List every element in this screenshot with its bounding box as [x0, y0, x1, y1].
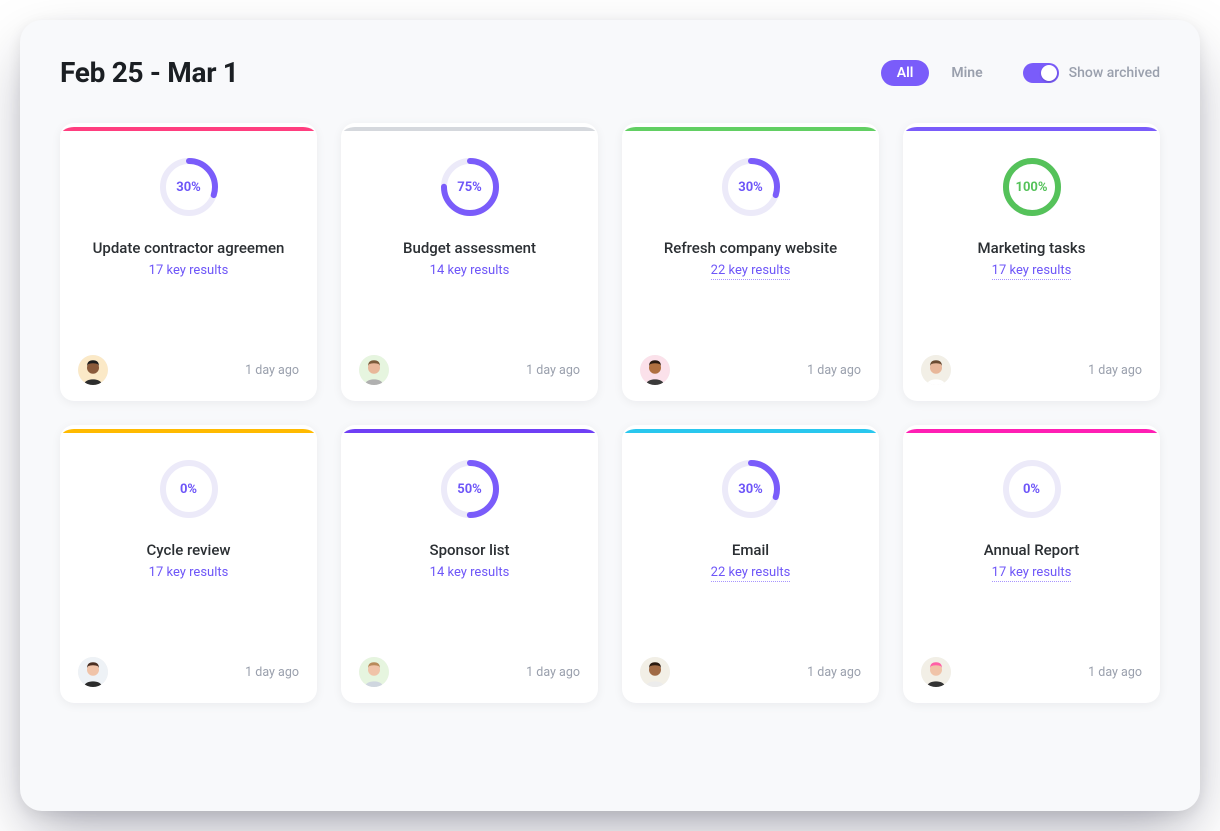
- owner-avatar[interactable]: [921, 657, 951, 687]
- key-results-link[interactable]: 22 key results: [711, 263, 791, 280]
- card-footer: 1 day ago: [921, 639, 1142, 687]
- card-footer: 1 day ago: [921, 337, 1142, 385]
- key-results-link[interactable]: 14 key results: [430, 565, 510, 582]
- card-footer: 1 day ago: [640, 639, 861, 687]
- owner-avatar[interactable]: [921, 355, 951, 385]
- updated-time: 1 day ago: [245, 665, 299, 680]
- progress-ring-icon: 30%: [157, 155, 221, 219]
- key-results-link[interactable]: 14 key results: [430, 263, 510, 280]
- page-title: Feb 25 - Mar 1: [60, 56, 239, 89]
- card-title: Annual Report: [984, 541, 1080, 559]
- filter-segmented-control: All Mine: [881, 60, 999, 86]
- key-results-link[interactable]: 22 key results: [711, 565, 791, 582]
- card-title: Update contractor agreemen: [93, 239, 285, 257]
- updated-time: 1 day ago: [807, 665, 861, 680]
- progress-percent: 0%: [157, 457, 221, 521]
- progress-percent: 50%: [438, 457, 502, 521]
- progress-percent: 30%: [157, 155, 221, 219]
- key-results-link[interactable]: 17 key results: [992, 263, 1072, 280]
- card-accent: [622, 127, 879, 131]
- goal-card[interactable]: 30% Email 22 key results 1 day ago: [622, 425, 879, 703]
- card-accent: [341, 429, 598, 433]
- card-footer: 1 day ago: [78, 639, 299, 687]
- card-footer: 1 day ago: [359, 337, 580, 385]
- progress-ring-icon: 0%: [157, 457, 221, 521]
- owner-avatar[interactable]: [640, 657, 670, 687]
- goal-card[interactable]: 50% Sponsor list 14 key results 1 day ag…: [341, 425, 598, 703]
- updated-time: 1 day ago: [1088, 665, 1142, 680]
- updated-time: 1 day ago: [1088, 363, 1142, 378]
- goal-card[interactable]: 0% Annual Report 17 key results 1 day ag…: [903, 425, 1160, 703]
- progress-percent: 0%: [1000, 457, 1064, 521]
- filter-option-all[interactable]: All: [881, 60, 930, 86]
- progress-ring-icon: 0%: [1000, 457, 1064, 521]
- progress-percent: 75%: [438, 155, 502, 219]
- progress-percent: 30%: [719, 155, 783, 219]
- toggle-icon: [1023, 63, 1059, 83]
- show-archived-toggle[interactable]: Show archived: [1023, 63, 1160, 83]
- card-footer: 1 day ago: [359, 639, 580, 687]
- updated-time: 1 day ago: [526, 363, 580, 378]
- cards-grid: 30% Update contractor agreemen 17 key re…: [60, 123, 1160, 703]
- card-title: Cycle review: [147, 541, 231, 559]
- progress-ring-icon: 50%: [438, 457, 502, 521]
- card-title: Refresh company website: [664, 239, 837, 257]
- goal-card[interactable]: 75% Budget assessment 14 key results 1 d…: [341, 123, 598, 401]
- key-results-link[interactable]: 17 key results: [149, 565, 229, 582]
- card-title: Budget assessment: [403, 239, 536, 257]
- progress-ring-icon: 30%: [719, 155, 783, 219]
- dashboard-panel: Feb 25 - Mar 1 All Mine Show archived 30…: [20, 20, 1200, 811]
- card-title: Email: [732, 541, 769, 559]
- goal-card[interactable]: 30% Update contractor agreemen 17 key re…: [60, 123, 317, 401]
- owner-avatar[interactable]: [78, 355, 108, 385]
- card-title: Marketing tasks: [978, 239, 1086, 257]
- header-controls: All Mine Show archived: [881, 60, 1160, 86]
- goal-card[interactable]: 0% Cycle review 17 key results 1 day ago: [60, 425, 317, 703]
- card-title: Sponsor list: [430, 541, 510, 559]
- owner-avatar[interactable]: [359, 657, 389, 687]
- card-accent: [60, 127, 317, 131]
- updated-time: 1 day ago: [245, 363, 299, 378]
- card-footer: 1 day ago: [78, 337, 299, 385]
- goal-card[interactable]: 30% Refresh company website 22 key resul…: [622, 123, 879, 401]
- card-accent: [622, 429, 879, 433]
- owner-avatar[interactable]: [359, 355, 389, 385]
- progress-percent: 100%: [1000, 155, 1064, 219]
- key-results-link[interactable]: 17 key results: [149, 263, 229, 280]
- progress-ring-icon: 100%: [1000, 155, 1064, 219]
- card-accent: [341, 127, 598, 131]
- card-accent: [903, 127, 1160, 131]
- goal-card[interactable]: 100% Marketing tasks 17 key results 1 da…: [903, 123, 1160, 401]
- card-accent: [903, 429, 1160, 433]
- updated-time: 1 day ago: [807, 363, 861, 378]
- owner-avatar[interactable]: [640, 355, 670, 385]
- card-footer: 1 day ago: [640, 337, 861, 385]
- progress-ring-icon: 30%: [719, 457, 783, 521]
- updated-time: 1 day ago: [526, 665, 580, 680]
- header-row: Feb 25 - Mar 1 All Mine Show archived: [60, 56, 1160, 89]
- card-accent: [60, 429, 317, 433]
- progress-ring-icon: 75%: [438, 155, 502, 219]
- filter-option-mine[interactable]: Mine: [935, 60, 998, 86]
- progress-percent: 30%: [719, 457, 783, 521]
- key-results-link[interactable]: 17 key results: [992, 565, 1072, 582]
- owner-avatar[interactable]: [78, 657, 108, 687]
- toggle-label: Show archived: [1069, 65, 1160, 81]
